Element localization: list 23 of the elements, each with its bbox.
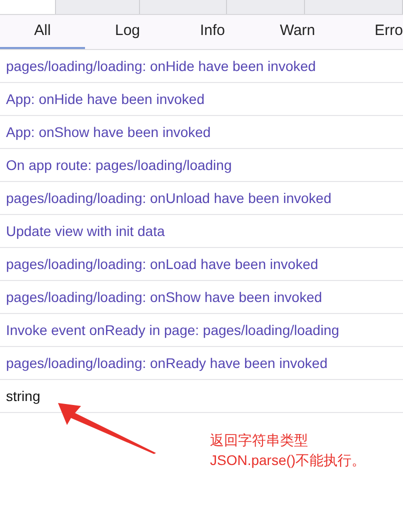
log-message: On app route: pages/loading/loading <box>6 156 232 175</box>
log-message: Invoke event onReady in page: pages/loading/loading <box>6 320 340 340</box>
annotation-text: 返回字符串类型 <box>210 431 309 450</box>
log-message: pages/loading/loading: onHide have been invoked <box>6 56 316 76</box>
log-message: App: onHide have been invoked <box>6 90 204 109</box>
log-message: pages/loading/loading: onLoad have been invoked <box>6 254 318 274</box>
arrow-icon <box>57 401 157 455</box>
log-message: pages/loading/loading: onReady have been invoked <box>6 354 328 373</box>
blank-tab[interactable] <box>140 0 227 14</box>
log-message: pages/loading/loading: onUnload have been invoked <box>6 188 332 208</box>
log-message: string <box>6 386 40 406</box>
blank-tab[interactable] <box>227 0 305 14</box>
log-message: pages/loading/loading: onShow have been invoked <box>6 288 322 307</box>
log-message: Update view with init data <box>6 222 165 241</box>
annotation-text: JSON.parse()不能执行。 <box>210 451 366 470</box>
blank-tab[interactable] <box>56 0 140 14</box>
filter-tab[interactable]: All <box>0 15 85 49</box>
log-message: App: onShow have been invoked <box>6 122 211 142</box>
blank-tab[interactable] <box>305 0 403 14</box>
filter-tab[interactable]: Warn <box>255 15 340 49</box>
filter-tab[interactable]: Info <box>170 15 255 49</box>
filter-tab[interactable]: Log <box>85 15 170 49</box>
filter-tab[interactable]: Erro <box>340 15 403 49</box>
